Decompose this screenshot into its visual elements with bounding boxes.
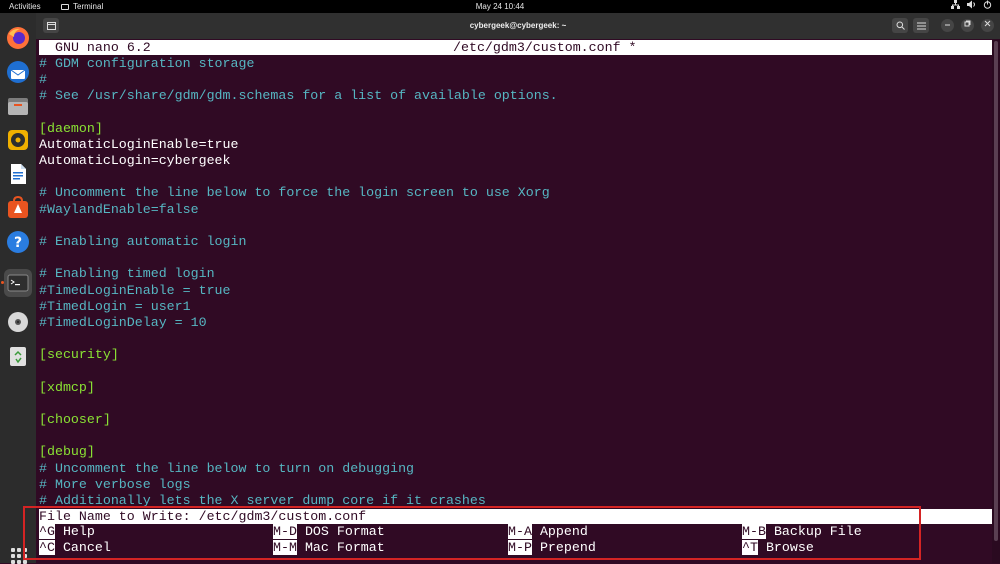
shortcut-label: Backup File bbox=[773, 524, 862, 539]
dock-dvd[interactable] bbox=[4, 308, 32, 336]
search-button[interactable] bbox=[892, 18, 908, 33]
dock-thunderbird[interactable] bbox=[4, 58, 32, 86]
shortcut-label: Prepend bbox=[539, 540, 596, 555]
dock: ? bbox=[0, 13, 36, 564]
shortcut-cancel[interactable]: ^C Cancel bbox=[39, 540, 111, 556]
shortcut-key: M-P bbox=[508, 540, 532, 555]
thunderbird-icon bbox=[7, 61, 29, 83]
section-header-line: [chooser] bbox=[39, 412, 111, 427]
minimize-icon bbox=[945, 24, 950, 26]
restore-icon bbox=[964, 20, 971, 27]
section-header-line: [daemon] bbox=[39, 120, 103, 136]
filename-prompt[interactable]: File Name to Write: /etc/gdm3/custom.con… bbox=[39, 509, 992, 524]
dvd-icon bbox=[8, 312, 28, 332]
shortcut-label: Append bbox=[539, 524, 588, 539]
rhythmbox-icon bbox=[8, 130, 28, 150]
shortcut-key: M-M bbox=[273, 540, 297, 555]
comment-line: # Additionally lets the X server dump co… bbox=[39, 492, 486, 508]
dock-firefox[interactable] bbox=[4, 24, 32, 52]
writer-icon bbox=[11, 164, 26, 184]
menu-button[interactable] bbox=[913, 18, 929, 33]
terminal-icon bbox=[7, 274, 29, 292]
minimize-button[interactable] bbox=[941, 19, 954, 32]
comment-line: #TimedLogin = user1 bbox=[39, 298, 191, 314]
section-header-line: [debug] bbox=[39, 444, 95, 460]
svg-text:?: ? bbox=[14, 235, 22, 251]
shortcut-key: ^G bbox=[39, 524, 55, 539]
comment-line: #TimedLoginDelay = 10 bbox=[39, 314, 207, 330]
window-titlebar[interactable]: cybergeek@cybergeek: ~ bbox=[36, 13, 1000, 39]
comment-line: # Enabling timed login bbox=[39, 266, 215, 282]
dock-software[interactable] bbox=[4, 194, 32, 222]
dock-files[interactable] bbox=[4, 92, 32, 120]
close-icon bbox=[984, 20, 991, 27]
comment-line: # GDM configuration storage bbox=[39, 56, 255, 71]
shortcut-help[interactable]: ^G Help bbox=[39, 524, 95, 540]
terminal-view[interactable]: GNU nano 6.2 /etc/gdm3/custom.conf * # G… bbox=[36, 39, 992, 563]
shortcut-label: Mac Format bbox=[304, 540, 385, 555]
shortcut-key: M-D bbox=[273, 524, 297, 539]
network-icon bbox=[951, 0, 960, 9]
shortcut-mac-format[interactable]: M-M Mac Format bbox=[273, 540, 385, 556]
comment-line: # bbox=[39, 72, 47, 88]
shortcut-browse[interactable]: ^T Browse bbox=[742, 540, 814, 556]
firefox-icon bbox=[7, 27, 29, 49]
dock-writer[interactable] bbox=[4, 160, 32, 188]
dock-help[interactable]: ? bbox=[4, 228, 32, 256]
shortcut-label: Browse bbox=[765, 540, 814, 555]
dock-rhythmbox[interactable] bbox=[4, 126, 32, 154]
close-button[interactable] bbox=[981, 19, 994, 32]
dock-trash[interactable] bbox=[4, 342, 32, 370]
help-icon: ? bbox=[7, 231, 29, 253]
nano-filename: /etc/gdm3/custom.conf * bbox=[453, 40, 637, 55]
search-icon bbox=[896, 21, 905, 30]
clock[interactable]: May 24 10:44 bbox=[0, 0, 1000, 13]
comment-line: # Enabling automatic login bbox=[39, 234, 247, 249]
config-line: AutomaticLogin=cybergeek bbox=[39, 153, 231, 169]
shortcut-label: Cancel bbox=[62, 540, 111, 555]
running-indicator bbox=[1, 281, 4, 284]
nano-header: GNU nano 6.2 /etc/gdm3/custom.conf * bbox=[39, 40, 992, 55]
section-header-line: [xdmcp] bbox=[39, 379, 95, 395]
comment-line: #WaylandEnable=false bbox=[39, 201, 199, 217]
system-tray[interactable] bbox=[951, 0, 992, 9]
shortcut-append[interactable]: M-A Append bbox=[508, 524, 588, 540]
files-icon bbox=[8, 98, 28, 115]
volume-icon bbox=[967, 0, 975, 9]
shortcut-key: ^T bbox=[742, 540, 758, 555]
section-header-line: [security] bbox=[39, 347, 119, 363]
trash-icon bbox=[10, 347, 26, 366]
window-title: cybergeek@cybergeek: ~ bbox=[469, 21, 567, 30]
comment-line: # More verbose logs bbox=[39, 476, 191, 492]
shortcut-backup-file[interactable]: M-B Backup File bbox=[742, 524, 862, 540]
scrollbar[interactable] bbox=[992, 39, 1000, 563]
shortcut-label: Help bbox=[62, 524, 95, 539]
software-icon bbox=[8, 196, 28, 218]
hamburger-icon bbox=[916, 22, 926, 29]
dock-terminal[interactable] bbox=[4, 269, 32, 297]
shortcut-dos-format[interactable]: M-D DOS Format bbox=[273, 524, 385, 540]
shortcut-key: M-A bbox=[508, 524, 532, 539]
shortcut-label: DOS Format bbox=[304, 524, 385, 539]
comment-line: # See /usr/share/gdm/gdm.schemas for a l… bbox=[39, 88, 558, 104]
scrollbar-thumb[interactable] bbox=[994, 41, 998, 541]
comment-line: # Uncomment the line below to turn on de… bbox=[39, 460, 415, 476]
comment-line: #TimedLoginEnable = true bbox=[39, 282, 231, 298]
comment-line: # Uncomment the line below to force the … bbox=[39, 185, 550, 201]
config-line: AutomaticLoginEnable=true bbox=[39, 136, 239, 152]
maximize-button[interactable] bbox=[961, 19, 974, 32]
top-bar: Activities Terminal May 24 10:44 bbox=[0, 0, 1000, 13]
shortcut-prepend[interactable]: M-P Prepend bbox=[508, 540, 596, 556]
shortcut-key: ^C bbox=[39, 540, 55, 555]
nano-version: GNU nano 6.2 bbox=[55, 40, 151, 55]
power-icon bbox=[983, 0, 992, 9]
shortcut-key: M-B bbox=[742, 524, 766, 539]
show-apps-icon[interactable] bbox=[11, 548, 27, 564]
